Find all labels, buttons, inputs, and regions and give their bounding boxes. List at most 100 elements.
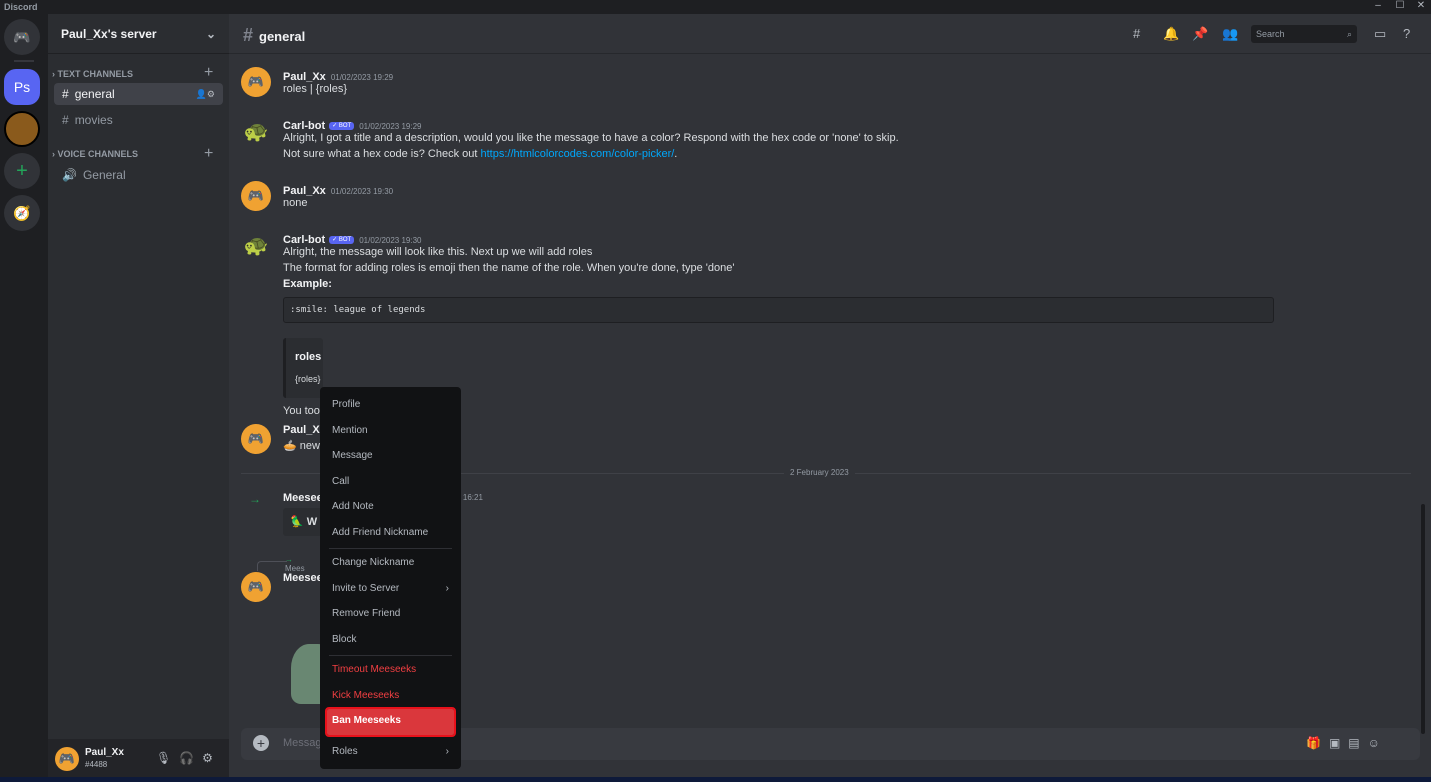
mic-headset-settings-icons[interactable]: 🎙🎧⚙ — [156, 751, 221, 765]
scrollbar[interactable] — [1421, 504, 1425, 734]
pin-icon[interactable]: 📌 — [1192, 26, 1208, 42]
category-label: VOICE CHANNELS — [57, 149, 139, 159]
user-context-menu: Profile Mention Message Call Add Note Ad… — [320, 387, 461, 769]
attach-plus-icon[interactable]: + — [253, 735, 269, 751]
author[interactable]: Paul_X — [283, 424, 320, 436]
chevron-down-icon: ⌄ — [205, 27, 216, 41]
card-label: W — [306, 516, 318, 528]
add-server-icon[interactable]: + — [4, 153, 40, 189]
avatar[interactable]: 🎮 — [241, 572, 271, 602]
timestamp: 01/02/2023 19:30 — [330, 187, 394, 196]
date-divider-label: 2 February 2023 — [784, 468, 855, 477]
menu-item-block[interactable]: Block — [327, 628, 454, 654]
add-channel-icon[interactable]: + — [204, 145, 213, 163]
server-icon[interactable] — [4, 111, 40, 147]
chevron-right-icon: › — [445, 582, 449, 594]
embed-description: {roles} — [295, 374, 321, 384]
menu-item-add-note[interactable]: Add Note — [327, 495, 454, 521]
bell-icon[interactable]: 🔔 — [1163, 26, 1179, 42]
server-ps[interactable]: Ps — [4, 69, 40, 105]
username: Paul_Xx — [85, 747, 124, 758]
embed-title: roles — [295, 351, 322, 363]
menu-item-add-friend-nickname[interactable]: Add Friend Nickname — [327, 521, 454, 547]
menu-item-message[interactable]: Message — [327, 444, 454, 470]
server-label: Ps — [13, 79, 31, 95]
taskbar-edge — [0, 777, 1431, 782]
title-bar: Discord — [0, 0, 1431, 14]
author[interactable]: Meesee — [283, 572, 323, 584]
user-panel: 🎮 Paul_Xx #4488 🎙🎧⚙ — [48, 739, 229, 782]
hash-icon: # — [243, 25, 254, 45]
search-placeholder: Search — [1256, 29, 1285, 39]
chevron-right-icon: › — [445, 745, 449, 757]
menu-item-mention[interactable]: Mention — [327, 419, 454, 445]
app-title: Discord — [4, 2, 38, 12]
channel-label: general — [74, 87, 115, 101]
add-channel-icon[interactable]: + — [204, 64, 213, 82]
channel-general[interactable]: # general 👤⚙ — [54, 83, 223, 105]
example-label: Example: — [283, 278, 332, 290]
server-list: 🎮 Ps + 🧭 — [0, 14, 48, 782]
menu-item-timeout[interactable]: Timeout Meeseeks — [327, 658, 454, 684]
menu-item-profile[interactable]: Profile — [327, 393, 454, 419]
close-button[interactable]: ✕ — [1411, 0, 1431, 11]
server-name: Paul_Xx's server — [61, 27, 157, 41]
explore-icon[interactable]: 🧭 — [4, 195, 40, 231]
avatar[interactable]: 🎮 — [241, 181, 271, 211]
message-text: You too — [283, 405, 320, 417]
category-label: TEXT CHANNELS — [57, 69, 134, 79]
menu-item-call[interactable]: Call — [327, 470, 454, 496]
message-text: Alright, I got a title and a description… — [283, 132, 899, 144]
author[interactable]: Meesee — [283, 492, 323, 504]
join-arrow-icon: → — [249, 492, 261, 506]
maximize-button[interactable]: ☐ — [1390, 0, 1410, 11]
channel-label: movies — [74, 113, 113, 127]
discord-home-icon[interactable]: 🎮 — [4, 19, 40, 55]
code-block: :smile: league of legends — [283, 297, 1274, 323]
settings-icon[interactable]: 👤⚙ — [196, 89, 215, 100]
menu-item-change-nickname[interactable]: Change Nickname — [327, 551, 454, 577]
search-icon: ⌕ — [1346, 29, 1352, 39]
avatar[interactable]: 🎮 — [241, 424, 271, 454]
gift-gif-sticker-emoji-icons[interactable]: 🎁▣▤☺ — [1306, 736, 1388, 750]
menu-item-ban[interactable]: Ban Meeseeks — [325, 707, 456, 737]
message-text: none — [283, 197, 308, 209]
user-tag: #4488 — [85, 760, 108, 769]
voice-channel-general[interactable]: 🔊 General — [54, 164, 223, 186]
speaker-icon: 🔊 — [62, 168, 77, 182]
members-icon[interactable]: 👥 — [1222, 26, 1238, 42]
menu-separator — [329, 548, 452, 549]
bot-badge: ✓ BOT — [329, 236, 355, 244]
message-text: new — [299, 440, 320, 452]
menu-spacer — [329, 737, 452, 738]
menu-item-invite-to-server[interactable]: Invite to Server › — [327, 577, 454, 603]
threads-icon[interactable]: # — [1133, 26, 1140, 41]
message-text: The format for adding roles is emoji the… — [283, 262, 735, 274]
channel-title: general — [259, 29, 306, 44]
bot-badge: ✓ BOT — [329, 122, 355, 130]
menu-item-remove-friend[interactable]: Remove Friend — [327, 602, 454, 628]
category-voice[interactable]: › VOICE CHANNELS — [52, 149, 138, 159]
help-icon[interactable]: ? — [1403, 26, 1410, 41]
bot-avatar[interactable]: 🐢 — [241, 230, 271, 260]
embed: roles {roles} — [283, 338, 323, 398]
inbox-icon[interactable]: ▭ — [1374, 26, 1386, 42]
channel-sidebar: Paul_Xx's server ⌄ › TEXT CHANNELS + # gen… — [48, 14, 229, 782]
link[interactable]: https://htmlcolorcodes.com/color-picker/ — [481, 148, 675, 160]
reply-line — [257, 561, 287, 571]
avatar[interactable]: 🎮 — [55, 747, 79, 771]
hash-icon: # — [62, 87, 69, 101]
menu-item-roles[interactable]: Roles › — [327, 740, 454, 766]
avatar[interactable]: 🎮 — [241, 67, 271, 97]
channel-movies[interactable]: # movies — [54, 109, 223, 131]
minimize-button[interactable]: – — [1368, 0, 1388, 11]
menu-item-kick[interactable]: Kick Meeseeks — [327, 684, 454, 710]
hash-icon: # — [62, 113, 69, 127]
menu-separator — [329, 655, 452, 656]
channel-label: General — [82, 168, 126, 182]
message-text: roles | {roles} — [283, 83, 348, 95]
bot-avatar[interactable]: 🐢 — [241, 116, 271, 146]
server-header[interactable]: Paul_Xx's server ⌄ — [48, 14, 229, 54]
search-input[interactable]: Search ⌕ — [1251, 25, 1357, 43]
category-text[interactable]: › TEXT CHANNELS — [52, 69, 133, 79]
